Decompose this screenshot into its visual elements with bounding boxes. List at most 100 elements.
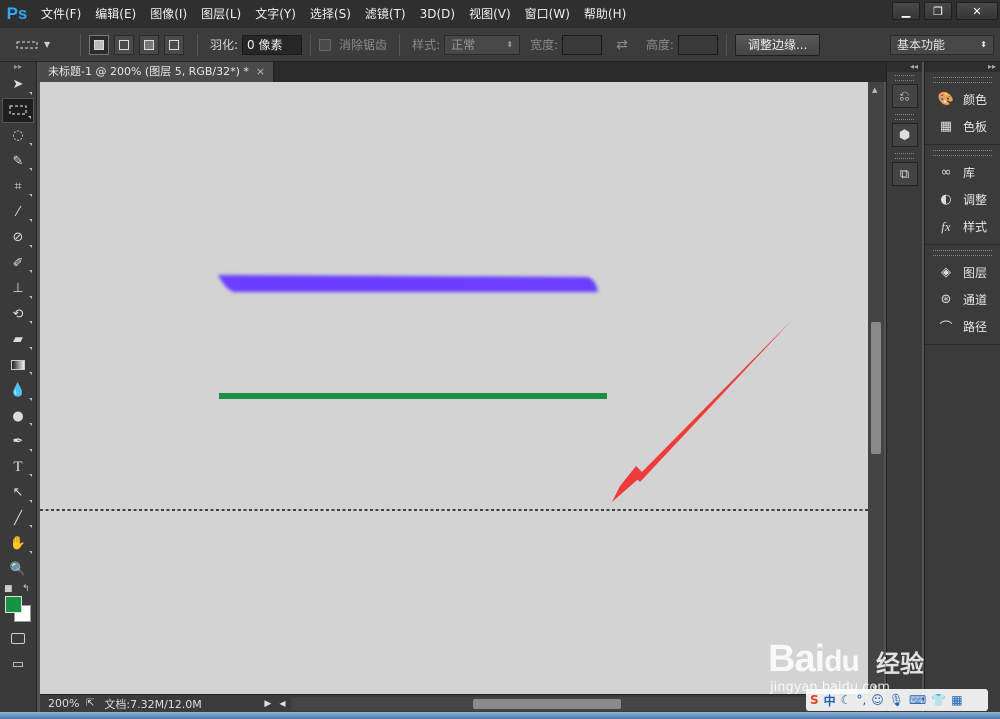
panel-grip[interactable] (933, 250, 992, 256)
lasso-tool[interactable]: ◌ (2, 123, 34, 149)
quick-select-tool[interactable]: ✎ (2, 149, 34, 175)
height-input[interactable] (677, 34, 718, 55)
menu-image[interactable]: 图像(I) (143, 0, 194, 28)
toolbox: ▸▸ ➤ ◌ ✎ ⌗ ⁄ ⊘ ✐ ⊥ ⟲ ▰ 💧 ● ✒ T ↖ ╱ ✋ 🔍 ■… (0, 62, 37, 719)
panel-channels[interactable]: ⊛ 通道 (925, 286, 1000, 313)
panel-layers[interactable]: ◈ 图层 (925, 259, 1000, 286)
menu-type[interactable]: 文字(Y) (248, 0, 303, 28)
move-tool[interactable]: ➤ (2, 72, 34, 98)
swap-icon[interactable]: ⇄ (616, 37, 628, 53)
gradient-tool[interactable] (2, 353, 34, 379)
line-tool[interactable]: ╱ (2, 506, 34, 532)
character-panel-button[interactable]: ⧉ (891, 162, 918, 186)
eraser-tool[interactable]: ▰ (2, 327, 34, 353)
style-select[interactable]: 正常 ⬍ (444, 34, 521, 55)
shirt-icon[interactable]: 👕 (931, 693, 946, 707)
properties-panel-button[interactable]: ⬢ (891, 123, 918, 147)
panel-adjustments[interactable]: ◐ 调整 (925, 186, 1000, 213)
panel-grip[interactable] (933, 150, 992, 156)
width-input[interactable] (562, 34, 603, 55)
punctuation-icon[interactable]: °, (856, 693, 866, 707)
toolbox-grip[interactable]: ▸▸ (0, 62, 36, 72)
rect-marquee-tool[interactable] (2, 97, 34, 123)
menu-layer[interactable]: 图层(L) (194, 0, 248, 28)
restore-button[interactable]: ❐ (924, 2, 952, 20)
type-tool[interactable]: T (2, 455, 34, 481)
swap-colors-icon[interactable]: ↰ (22, 584, 30, 594)
tool-preset-picker[interactable]: ▼ (16, 32, 72, 58)
document-tab[interactable]: 未标题-1 @ 200% (图层 5, RGB/32*) * × (38, 62, 274, 82)
menu-help[interactable]: 帮助(H) (577, 0, 633, 28)
panel-paths[interactable]: ⌒ 路径 (925, 313, 1000, 340)
intersect-selection-icon (169, 39, 179, 50)
sogou-icon[interactable]: S (810, 693, 819, 707)
moon-icon[interactable]: ☾ (841, 693, 852, 707)
panel-grip[interactable] (895, 75, 914, 81)
dock-expand-icon[interactable]: ▸▸ (925, 62, 1000, 72)
panel-grip[interactable] (895, 114, 914, 120)
healing-brush-tool[interactable]: ⊘ (2, 225, 34, 251)
close-button[interactable]: ✕ (956, 2, 998, 20)
panel-grip[interactable] (933, 77, 992, 83)
hand-tool[interactable]: ✋ (2, 531, 34, 557)
status-menu-arrow-icon[interactable]: ▶ (264, 699, 271, 709)
history-brush-tool[interactable]: ⟲ (2, 302, 34, 328)
emoji-icon[interactable]: ☺ (871, 693, 884, 707)
screen-mode-button[interactable]: ▭ (2, 652, 34, 678)
panel-swatches[interactable]: ▦ 色板 (925, 113, 1000, 140)
minimize-button[interactable]: ▁ (892, 2, 920, 20)
foreground-color[interactable] (5, 596, 22, 613)
workspace-select[interactable]: 基本功能 ⬍ (890, 34, 994, 55)
microphone-icon[interactable]: 🎙 (889, 693, 904, 707)
quick-mask-button[interactable] (2, 626, 34, 652)
pen-tool[interactable]: ✒ (2, 429, 34, 455)
intersect-selection-button[interactable] (164, 34, 184, 55)
workspace-select-value: 基本功能 (897, 37, 946, 52)
scroll-left-icon[interactable]: ◀ (279, 699, 285, 708)
panel-color[interactable]: 🎨 颜色 (925, 86, 1000, 113)
eyedropper-tool[interactable]: ⁄ (2, 200, 34, 226)
history-panel-button[interactable]: ⎌ (891, 84, 918, 108)
dodge-tool[interactable]: ● (2, 404, 34, 430)
feather-input[interactable]: 0 像素 (242, 34, 303, 55)
vertical-scroll-thumb[interactable] (871, 322, 881, 454)
zoom-level[interactable]: 200% (40, 697, 80, 710)
vertical-scrollbar[interactable]: ▲ ▼ (868, 82, 884, 694)
panel-styles[interactable]: fx 样式 (925, 213, 1000, 240)
default-colors-icon[interactable]: ■ (4, 584, 13, 594)
menu-file[interactable]: 文件(F) (34, 0, 88, 28)
menu-3d[interactable]: 3D(D) (413, 0, 462, 28)
menu-view[interactable]: 视图(V) (462, 0, 518, 28)
antialias-checkbox[interactable] (319, 38, 332, 51)
crop-tool[interactable]: ⌗ (2, 174, 34, 200)
style-label: 样式: (412, 38, 441, 52)
menu-edit[interactable]: 编辑(E) (88, 0, 143, 28)
path-select-tool[interactable]: ↖ (2, 480, 34, 506)
new-selection-button[interactable] (89, 34, 109, 55)
refine-edge-button[interactable]: 调整边缘... (734, 33, 821, 56)
panel-paths-label: 路径 (963, 320, 988, 334)
brush-tool[interactable]: ✐ (2, 251, 34, 277)
eyedropper-icon: ⁄ (16, 204, 20, 220)
keyboard-icon[interactable]: ⌨ (909, 693, 926, 707)
panel-library[interactable]: ∞ 库 (925, 159, 1000, 186)
share-icon[interactable]: ⇱ (86, 698, 94, 709)
clone-stamp-tool[interactable]: ⊥ (2, 276, 34, 302)
pen-icon: ✒ (12, 434, 24, 450)
menu-select[interactable]: 选择(S) (303, 0, 358, 28)
subtract-selection-button[interactable] (139, 34, 159, 55)
horizontal-scrollbar[interactable] (291, 696, 886, 711)
scroll-up-icon[interactable]: ▲ (872, 86, 877, 94)
canvas[interactable] (40, 82, 868, 694)
menu-window[interactable]: 窗口(W) (518, 0, 577, 28)
dock-collapse-icon[interactable]: ◂◂ (887, 62, 922, 72)
grid-icon[interactable]: ▦ (951, 693, 962, 707)
horizontal-scroll-thumb[interactable] (473, 698, 622, 709)
menu-filter[interactable]: 滤镜(T) (358, 0, 413, 28)
panel-grip[interactable] (895, 153, 914, 159)
add-selection-button[interactable] (114, 34, 134, 55)
blur-tool[interactable]: 💧 (2, 378, 34, 404)
zoom-tool[interactable]: 🔍 (2, 557, 34, 583)
ime-mode[interactable]: 中 (824, 692, 836, 709)
close-tab-icon[interactable]: × (256, 62, 265, 82)
